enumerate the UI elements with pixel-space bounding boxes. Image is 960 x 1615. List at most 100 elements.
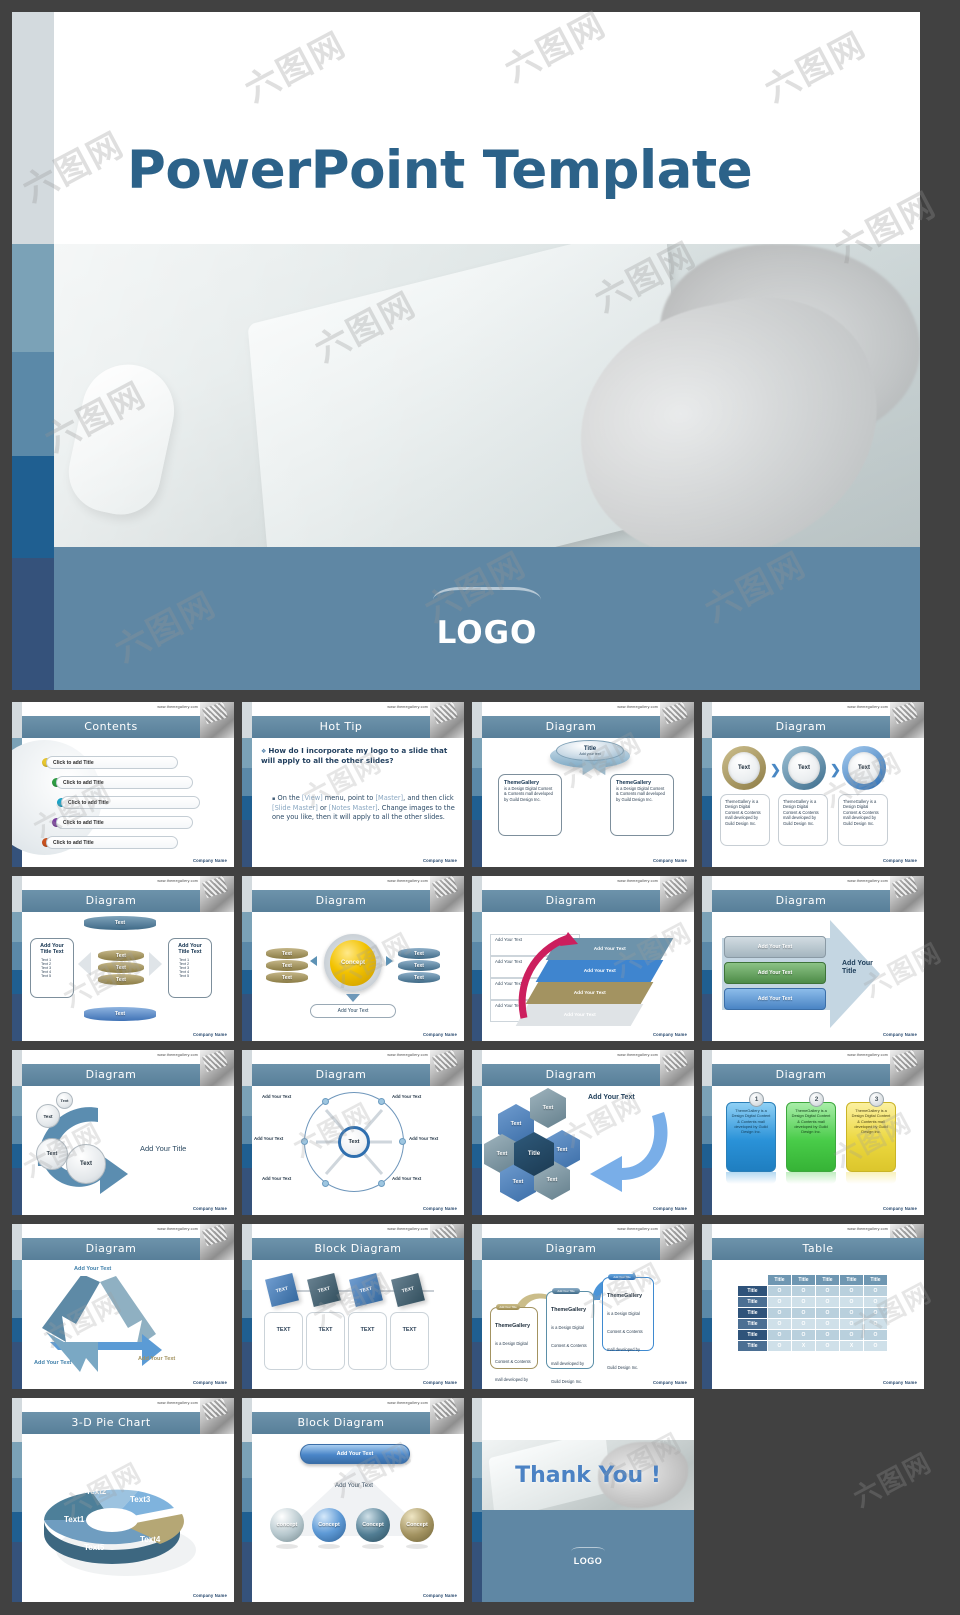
thumb-url: www.themegallery.com: [847, 1227, 888, 1231]
slide-thumbnail-diagram-three-ring[interactable]: www.themegallery.com Diagram Text ❯ Text…: [702, 702, 924, 867]
slide-footer: Company Name: [192, 1032, 227, 1037]
table-cell: O: [839, 1307, 864, 1319]
list-item[interactable]: Click to add Title: [42, 756, 187, 769]
ring-card: ThemeGallery is a Design Digital Content…: [838, 794, 888, 846]
step-card-tab: Add Your Title: [608, 1274, 636, 1280]
step-card: ThemeGallery is a Design Digital Content…: [490, 1307, 538, 1382]
slide-body: Text Text Text Text Text Text Title Add …: [482, 1086, 694, 1215]
cube-panel: TEXT: [306, 1312, 345, 1370]
pie-chart: Text1 Text2 Text3 Text4 Text5: [44, 1487, 196, 1576]
thumb-rail: [702, 702, 712, 867]
corner-keyboard-icon: [430, 1398, 464, 1434]
radial-label: Add Your Text: [262, 1094, 292, 1099]
corner-keyboard-icon: [660, 876, 694, 912]
slide-thumbnail-diagram-recycle[interactable]: www.themegallery.com Diagram Add Your Te…: [12, 1224, 234, 1389]
slide-thumbnail-thank-you[interactable]: Thank You ! LOGO: [472, 1398, 694, 1602]
radial-node: [378, 1098, 385, 1105]
thumb-url: www.themegallery.com: [847, 705, 888, 709]
title-slide-top-band: [54, 12, 920, 244]
slide-thumbnail-diagram-step-cards[interactable]: www.themegallery.com Diagram Add Your Ti…: [472, 1224, 694, 1389]
table-cell: O: [839, 1285, 864, 1297]
table-cell: O: [863, 1340, 888, 1352]
table-row: Title O O O O O: [737, 1285, 888, 1297]
thumb-rail: [242, 702, 252, 867]
radial-node: [378, 1180, 385, 1187]
theme-box: ThemeGallery is a Design Digital Content…: [498, 774, 562, 836]
cube-panel-label: TEXT: [360, 1327, 375, 1333]
step-card-heading: ThemeGallery: [607, 1293, 643, 1299]
card-reflection: [786, 1172, 836, 1184]
corner-keyboard-icon: [660, 1224, 694, 1260]
thumb-rail: [242, 1050, 252, 1215]
table-cell: O: [839, 1296, 864, 1308]
table-cell: O: [767, 1296, 792, 1308]
table-cell: O: [839, 1329, 864, 1341]
table-cell: O: [815, 1296, 840, 1308]
col-header: Title: [839, 1274, 864, 1286]
slide-thumbnail-diagram-three-cards[interactable]: www.themegallery.com Diagram 1 ThemeGall…: [702, 1050, 924, 1215]
top-cylinder: Text: [84, 916, 156, 930]
slide-footer: Company Name: [882, 1380, 917, 1385]
table-cell: X: [839, 1340, 864, 1352]
slide-thumbnail-diagram-title-two-box[interactable]: www.themegallery.com Diagram Title Add y…: [472, 702, 694, 867]
slide-thumbnail-block-diagram-spheres[interactable]: www.themegallery.com Block Diagram Add Y…: [242, 1398, 464, 1602]
list-item[interactable]: Click to add Title: [52, 776, 202, 789]
list-item[interactable]: Click to add Title: [42, 836, 187, 849]
arrow-left-icon: [78, 952, 91, 976]
bubble-2: Text: [36, 1104, 60, 1128]
side-line: Text 5: [41, 974, 52, 978]
slide-title: Hot Tip: [252, 716, 430, 738]
slide-thumbnail-table[interactable]: www.themegallery.com Table Title Title T…: [702, 1224, 924, 1389]
step-card-tab: Add Your Title: [552, 1288, 580, 1294]
slide-thumbnail-diagram-radial[interactable]: www.themegallery.com Diagram Text Add Yo…: [242, 1050, 464, 1215]
slide-body: Add Your Text Add Your Text Add Your Tex…: [22, 1260, 234, 1389]
thumb-rail: [472, 1398, 482, 1602]
ring-card-body: ThemeGallery is a Design Digital Content…: [725, 799, 761, 826]
slide-thumbnail-diagram-circle-arrow[interactable]: www.themegallery.com Diagram Text Text T…: [12, 1050, 234, 1215]
step-card: ThemeGallery is a Design Digital Content…: [602, 1277, 654, 1370]
pie-label-2: Text3: [130, 1495, 151, 1504]
thumb-rail: [702, 1224, 712, 1389]
step-card: ThemeGallery is a Design Digital Content…: [546, 1291, 594, 1384]
arrow-left-icon: [310, 956, 317, 966]
slide-body: Text Text Text Text Add Your Title Compa…: [22, 1086, 234, 1215]
corner-keyboard-icon: [200, 876, 234, 912]
arrow-right-icon: [149, 952, 162, 976]
hex-side-title: Add Your Text: [588, 1094, 635, 1101]
slide-footer: Company Name: [652, 1206, 687, 1211]
table-row: Title O X O X O: [737, 1340, 888, 1352]
corner-keyboard-icon: [890, 876, 924, 912]
table-corner-cell: [738, 1275, 768, 1286]
slide-footer: Company Name: [192, 1593, 227, 1598]
radial-label: Add Your Text: [392, 1176, 422, 1181]
list-item-label: Click to add Title: [56, 776, 193, 789]
theme-box: ThemeGallery is a Design Digital Content…: [610, 774, 674, 836]
thumbnail-row: www.themegallery.com 3-D Pie Chart Text1…: [12, 1398, 948, 1602]
thumb-url: www.themegallery.com: [847, 1053, 888, 1057]
slide-thumbnail-diagram-arrow-bars[interactable]: www.themegallery.com Diagram Add Your Te…: [702, 876, 924, 1041]
magenta-arrow-icon: [518, 932, 578, 1019]
slide-thumbnail-diagram-stairs[interactable]: www.themegallery.com Diagram Add Your Te…: [472, 876, 694, 1041]
list-item[interactable]: Click to add Title: [52, 816, 202, 829]
list-item[interactable]: Click to add Title: [57, 796, 209, 809]
slide-thumbnail-diagram-hex[interactable]: www.themegallery.com Diagram Text Text T…: [472, 1050, 694, 1215]
hot-tip-question: ❖ How do I incorporate my logo to a slide…: [261, 746, 457, 765]
slide-thumbnail-hot-tip[interactable]: www.themegallery.com Hot Tip ❖ How do I i…: [242, 702, 464, 867]
slide-thumbnail-pie-chart[interactable]: www.themegallery.com 3-D Pie Chart Text1…: [12, 1398, 234, 1602]
thumb-url: www.themegallery.com: [157, 1053, 198, 1057]
table-cell: O: [863, 1296, 888, 1308]
cyl-seg: Text: [398, 960, 440, 971]
step-card-body: is a Design Digital Content & Contents m…: [495, 1341, 531, 1382]
slide-thumbnail-diagram-concept[interactable]: www.themegallery.com Diagram Text Text T…: [242, 876, 464, 1041]
card-reflection: [846, 1172, 896, 1184]
slide-thumbnail-block-diagram-cubes[interactable]: www.themegallery.com Block Diagram TEXT …: [242, 1224, 464, 1389]
ring-card: ThemeGallery is a Design Digital Content…: [778, 794, 828, 846]
pie-label-3: Text4: [140, 1535, 161, 1544]
slide-thumbnail-contents[interactable]: www.themegallery.com Contents Click to a…: [12, 702, 234, 867]
cyl-seg: Text: [266, 960, 308, 971]
stair-step-label: Add Your Text: [583, 968, 616, 974]
cyl-seg: Text: [98, 974, 144, 985]
cyl-seg: Text: [98, 962, 144, 973]
slide-thumbnail-diagram-cylinder-cross[interactable]: www.themegallery.com Diagram Text Text T…: [12, 876, 234, 1041]
thumb-url: www.themegallery.com: [387, 705, 428, 709]
